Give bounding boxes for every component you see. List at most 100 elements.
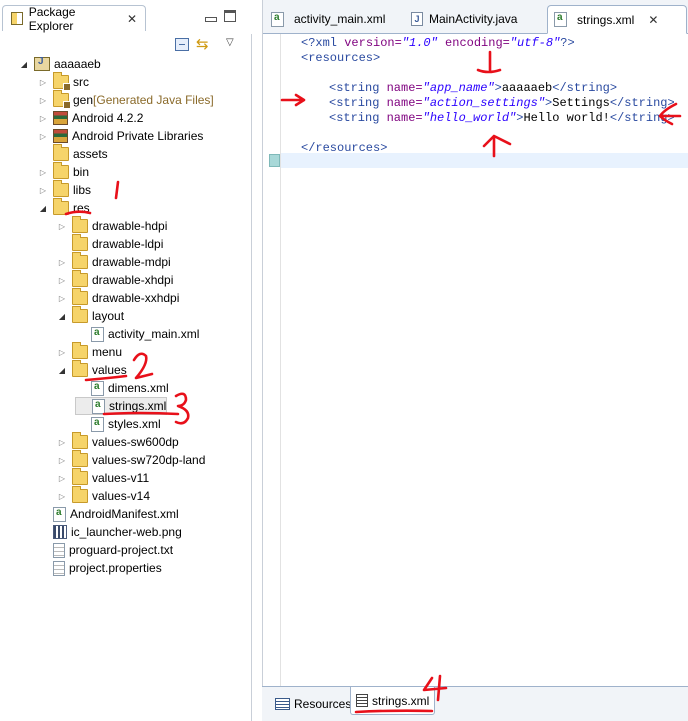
maximize-button[interactable] (224, 10, 236, 22)
collapsed-chevron-icon[interactable]: ▷ (56, 222, 68, 231)
folder-icon (53, 180, 69, 197)
tree-item-values[interactable]: ◢ values (56, 360, 127, 379)
tree-item-label: styles.xml (108, 417, 161, 431)
minimize-button[interactable] (204, 10, 217, 22)
current-line-highlight (281, 153, 688, 168)
collapsed-chevron-icon[interactable]: ▷ (37, 186, 49, 195)
collapsed-chevron-icon[interactable]: ▷ (56, 438, 68, 447)
tree-item-assets[interactable]: assets (37, 144, 108, 163)
collapsed-chevron-icon[interactable]: ▷ (37, 114, 49, 123)
tab-strings-xml-source[interactable]: strings.xml (350, 687, 436, 715)
editor-gutter (263, 34, 281, 686)
code-line-xml-declaration: <?xml version="1.0" encoding="utf-8"?> (301, 36, 575, 50)
folder-icon (72, 468, 88, 485)
tab-label: activity_main.xml (294, 12, 386, 26)
collapsed-chevron-icon[interactable]: ▷ (56, 348, 68, 357)
tab-activity-main[interactable]: activity_main.xml (265, 5, 401, 33)
tab-label: strings.xml (577, 12, 635, 27)
tree-item-activity-main-xml[interactable]: activity_main.xml (75, 325, 199, 343)
library-icon (53, 129, 68, 143)
tree-item-values-sw600dp[interactable]: ▷ values-sw600dp (56, 432, 179, 451)
tab-main-activity[interactable]: J MainActivity.java (405, 5, 545, 33)
tree-item-label: dimens.xml (108, 381, 169, 395)
tree-item-drawable-xhdpi[interactable]: ▷ drawable-xhdpi (56, 270, 173, 289)
tree-item-bin[interactable]: ▷ bin (37, 162, 89, 181)
tree-item-gen[interactable]: ▷ gen [Generated Java Files] (37, 90, 214, 109)
tab-label: Resources (294, 697, 352, 711)
tree-item-label: values-sw720dp-land (92, 453, 206, 467)
tree-item-strings-xml[interactable]: strings.xml (75, 397, 168, 415)
expanded-chevron-icon[interactable]: ◢ (56, 312, 68, 321)
tree-item-ic-launcher-web-png[interactable]: ic_launcher-web.png (37, 523, 182, 541)
tab-strings-xml[interactable]: strings.xml ✕ (547, 5, 687, 34)
tree-item-drawable-mdpi[interactable]: ▷ drawable-mdpi (56, 252, 171, 271)
tree-item-drawable-xxhdpi[interactable]: ▷ drawable-xxhdpi (56, 288, 180, 307)
package-explorer-panel: Package Explorer ✕ ⇆ ▽ ◢aaaaaeb▷src▷gen … (0, 0, 252, 721)
tree-item-values-v14[interactable]: ▷ values-v14 (56, 486, 151, 505)
tree-item-values-v11[interactable]: ▷ values-v11 (56, 468, 149, 487)
tree-item-drawable-ldpi[interactable]: drawable-ldpi (56, 234, 163, 253)
tree-item-layout[interactable]: ◢ layout (56, 306, 124, 325)
collapsed-chevron-icon[interactable]: ▷ (56, 474, 68, 483)
collapsed-chevron-icon[interactable]: ▷ (56, 492, 68, 501)
folder-icon (53, 198, 69, 215)
tree-item-label: project.properties (69, 561, 162, 575)
code-area[interactable]: <?xml version="1.0" encoding="utf-8"?> <… (281, 34, 688, 686)
tree-item-android-private-libraries[interactable]: ▷ Android Private Libraries (37, 127, 203, 145)
tree-item-drawable-hdpi[interactable]: ▷ drawable-hdpi (56, 216, 168, 235)
code-line-string-action-settings: <string name="action_settings">Settings<… (329, 96, 675, 110)
tree-item-label: drawable-mdpi (92, 255, 171, 269)
package-explorer-icon (11, 12, 23, 25)
expanded-chevron-icon[interactable]: ◢ (56, 366, 68, 375)
tree-item-label: drawable-hdpi (92, 219, 168, 233)
tree-item-android-4-2-2[interactable]: ▷ Android 4.2.2 (37, 109, 143, 127)
folder-package-icon (53, 90, 71, 109)
xml-file-icon (91, 416, 104, 432)
folder-icon (53, 162, 69, 179)
tree-item-src[interactable]: ▷ src (37, 72, 89, 91)
folder-icon (72, 270, 88, 287)
collapsed-chevron-icon[interactable]: ▷ (56, 258, 68, 267)
tree-item-label: AndroidManifest.xml (70, 507, 179, 521)
collapsed-chevron-icon[interactable]: ▷ (56, 456, 68, 465)
folder-icon (72, 342, 88, 359)
expanded-chevron-icon[interactable]: ◢ (37, 204, 49, 213)
close-icon[interactable]: ✕ (127, 12, 137, 26)
xml-file-icon (91, 380, 104, 396)
collapsed-chevron-icon[interactable]: ▷ (56, 294, 68, 303)
tree-item-menu[interactable]: ▷ menu (56, 342, 122, 361)
tree-item-androidmanifest-xml[interactable]: AndroidManifest.xml (37, 505, 179, 523)
close-icon[interactable]: ✕ (648, 13, 658, 27)
source-icon (356, 694, 368, 707)
collapse-all-icon[interactable] (175, 38, 189, 51)
link-with-editor-icon[interactable]: ⇆ (196, 35, 209, 53)
tree-item-label: values-v14 (92, 489, 151, 503)
collapsed-chevron-icon[interactable]: ▷ (37, 96, 49, 105)
tree-item-label: drawable-xxhdpi (92, 291, 180, 305)
editor-bottom-tab-bar: Resources strings.xml (262, 686, 688, 721)
code-line-string-hello-world: <string name="hello_world">Hello world!<… (329, 111, 675, 125)
collapsed-chevron-icon[interactable]: ▷ (37, 132, 49, 141)
tree-item-res[interactable]: ◢ res (37, 198, 90, 217)
folder-icon (72, 252, 88, 269)
tree-item-aaaaaeb[interactable]: ◢ aaaaaeb (18, 55, 101, 73)
collapsed-chevron-icon[interactable]: ▷ (37, 78, 49, 87)
tree-item-label: libs (73, 183, 92, 197)
tree-item-values-sw720dp-land[interactable]: ▷ values-sw720dp-land (56, 450, 206, 469)
folder-icon (72, 234, 88, 251)
tab-package-explorer[interactable]: Package Explorer ✕ (2, 5, 146, 33)
tree-item-label: Android Private Libraries (72, 129, 204, 143)
tree-item-project-properties[interactable]: project.properties (37, 559, 162, 577)
explorer-tab-bar: Package Explorer ✕ (0, 0, 252, 34)
tree-item-dimens-xml[interactable]: dimens.xml (75, 379, 169, 397)
tree-item-proguard-project-txt[interactable]: proguard-project.txt (37, 541, 173, 559)
expanded-chevron-icon[interactable]: ◢ (18, 60, 30, 69)
tree-item-libs[interactable]: ▷ libs (37, 180, 92, 199)
view-menu-chevron-down-icon[interactable]: ▽ (226, 37, 234, 48)
tab-resources[interactable]: Resources (270, 693, 356, 715)
tree-item-styles-xml[interactable]: styles.xml (75, 415, 161, 433)
collapsed-chevron-icon[interactable]: ▷ (56, 276, 68, 285)
collapsed-chevron-icon[interactable]: ▷ (37, 168, 49, 177)
folder-icon (72, 216, 88, 233)
java-file-icon: J (411, 12, 423, 26)
